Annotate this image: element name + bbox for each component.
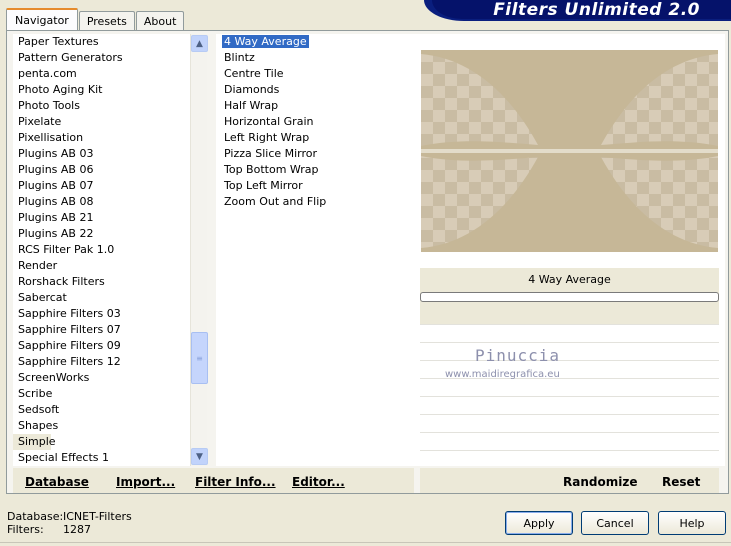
- watermark-url: www.maidiregrafica.eu: [445, 369, 560, 380]
- filters-count-label: Filters:: [7, 523, 44, 536]
- category-item[interactable]: Paper Textures: [13, 34, 190, 50]
- category-item[interactable]: Sabercat: [13, 290, 190, 306]
- category-item[interactable]: ScreenWorks: [13, 370, 190, 386]
- tab-bar: Navigator Presets About: [6, 8, 185, 30]
- filter-item-label: Diamonds: [224, 83, 280, 96]
- category-item[interactable]: Special Effects 1: [13, 450, 190, 466]
- category-item[interactable]: Plugins AB 06: [13, 162, 190, 178]
- param-divider: [420, 396, 719, 397]
- category-item[interactable]: Pattern Generators: [13, 50, 190, 66]
- progress-bar: [420, 292, 719, 302]
- filter-info-button[interactable]: Filter Info...: [195, 475, 276, 489]
- category-list[interactable]: Paper Textures Pattern Generators penta.co…: [13, 34, 190, 466]
- filter-item[interactable]: Top Left Mirror: [216, 178, 414, 194]
- filter-item[interactable]: Blintz: [216, 50, 414, 66]
- preview-toolbar: Randomize Reset: [420, 468, 719, 493]
- category-item[interactable]: Plugins AB 08: [13, 194, 190, 210]
- import-button[interactable]: Import...: [116, 475, 175, 489]
- cancel-button[interactable]: Cancel: [581, 511, 649, 535]
- param-divider: [420, 360, 719, 361]
- filter-item-label: Centre Tile: [224, 67, 284, 80]
- category-item[interactable]: Plugins AB 21: [13, 210, 190, 226]
- database-info: Database: ICNET-Filters Filters: 1287: [7, 510, 132, 536]
- filter-item-label: Top Left Mirror: [224, 179, 303, 192]
- apply-button[interactable]: Apply: [505, 511, 573, 535]
- filter-item[interactable]: Top Bottom Wrap: [216, 162, 414, 178]
- category-item[interactable]: Pixellisation: [13, 130, 190, 146]
- scroll-up-button[interactable]: ▲: [191, 35, 208, 52]
- help-button[interactable]: Help: [658, 511, 726, 535]
- watermark-name: Pinuccia: [475, 346, 561, 365]
- preview-image: [421, 50, 718, 252]
- scroll-down-button[interactable]: ▼: [191, 448, 208, 465]
- category-item[interactable]: Rorshack Filters: [13, 274, 190, 290]
- editor-button[interactable]: Editor...: [292, 475, 345, 489]
- filter-item[interactable]: Centre Tile: [216, 66, 414, 82]
- window-bottom-edge: [0, 542, 731, 546]
- filter-item-label: Left Right Wrap: [224, 131, 310, 144]
- filter-item-label: Zoom Out and Flip: [224, 195, 327, 208]
- param-divider: [420, 414, 719, 415]
- parameters-area: [420, 324, 719, 466]
- preview-effect-graphic: [421, 50, 718, 252]
- filter-item[interactable]: Zoom Out and Flip: [216, 194, 414, 210]
- category-item[interactable]: Plugins AB 07: [13, 178, 190, 194]
- category-item[interactable]: Photo Aging Kit: [13, 82, 190, 98]
- category-item[interactable]: RCS Filter Pak 1.0: [13, 242, 190, 258]
- filter-info-area: 4 Way Average: [420, 268, 719, 324]
- filter-item[interactable]: Left Right Wrap: [216, 130, 414, 146]
- filter-item[interactable]: Pizza Slice Mirror: [216, 146, 414, 162]
- selected-filter-name: 4 Way Average: [528, 273, 611, 286]
- category-item[interactable]: Sapphire Filters 03: [13, 306, 190, 322]
- filter-item-label: Pizza Slice Mirror: [224, 147, 318, 160]
- title-banner: Filters Unlimited 2.0: [424, 0, 731, 21]
- scroll-thumb[interactable]: ≡: [191, 332, 208, 384]
- filter-item-label: Top Bottom Wrap: [224, 163, 319, 176]
- tab-navigator[interactable]: Navigator: [6, 8, 78, 30]
- randomize-button[interactable]: Randomize: [563, 475, 637, 489]
- database-label: Database:: [7, 510, 64, 523]
- filter-item[interactable]: Half Wrap: [216, 98, 414, 114]
- param-divider: [420, 432, 719, 433]
- category-item[interactable]: Photo Tools: [13, 98, 190, 114]
- param-divider: [420, 450, 719, 451]
- filter-item-label: 4 Way Average: [222, 35, 309, 48]
- database-value: ICNET-Filters: [63, 510, 132, 523]
- reset-button[interactable]: Reset: [662, 475, 700, 489]
- filter-item-label: Horizontal Grain: [224, 115, 314, 128]
- filter-list[interactable]: 4 Way Average Blintz Centre Tile Diamonds Ha…: [216, 34, 414, 466]
- param-divider: [420, 342, 719, 343]
- category-item[interactable]: Sedsoft: [13, 402, 190, 418]
- navigator-toolbar: Database Import... Filter Info... Editor…: [13, 468, 414, 493]
- database-button[interactable]: Database: [25, 475, 89, 489]
- category-item[interactable]: Scribe: [13, 386, 190, 402]
- filter-item[interactable]: Diamonds: [216, 82, 414, 98]
- category-item[interactable]: Pixelate: [13, 114, 190, 130]
- category-item[interactable]: Shapes: [13, 418, 190, 434]
- filters-count-value: 1287: [63, 523, 91, 536]
- filter-item-label: Blintz: [224, 51, 255, 64]
- category-item[interactable]: Sapphire Filters 12: [13, 354, 190, 370]
- filter-item-label: Half Wrap: [224, 99, 279, 112]
- banner-title: Filters Unlimited 2.0: [493, 0, 700, 20]
- category-item[interactable]: penta.com: [13, 66, 190, 82]
- filter-item[interactable]: 4 Way Average: [216, 34, 414, 50]
- category-item[interactable]: Render: [13, 258, 190, 274]
- tab-about[interactable]: About: [135, 11, 185, 30]
- category-item[interactable]: Sapphire Filters 09: [13, 338, 190, 354]
- filter-item[interactable]: Horizontal Grain: [216, 114, 414, 130]
- category-item[interactable]: Sapphire Filters 07: [13, 322, 190, 338]
- tab-presets[interactable]: Presets: [78, 11, 135, 30]
- category-item[interactable]: Plugins AB 03: [13, 146, 190, 162]
- category-scrollbar[interactable]: ▲ ≡ ▼: [190, 34, 208, 466]
- category-item[interactable]: Plugins AB 22: [13, 226, 190, 242]
- category-item[interactable]: Simple: [13, 434, 56, 450]
- param-divider: [420, 324, 719, 325]
